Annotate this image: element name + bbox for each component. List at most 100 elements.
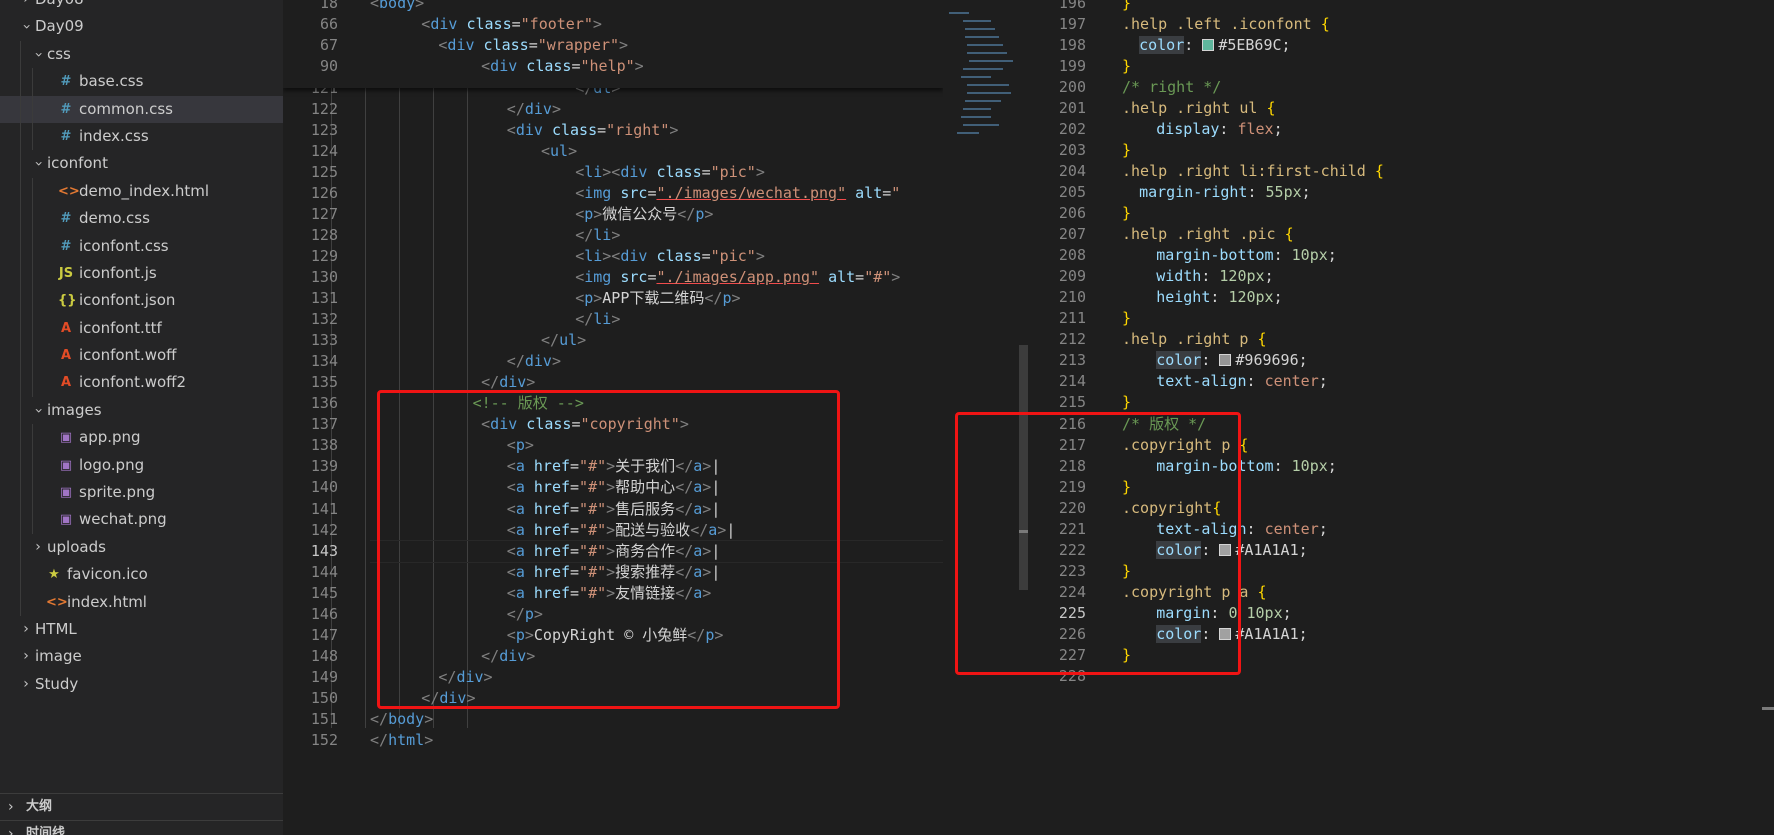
code-line[interactable]: 200 /* right */	[1028, 76, 1774, 100]
code-line[interactable]: 211}	[1028, 307, 1774, 331]
file-item-iconfont-woff[interactable]: Aiconfont.woff	[0, 342, 283, 370]
folder-item-css[interactable]: › css	[0, 40, 283, 69]
code-token: div	[620, 246, 648, 265]
minimap-line	[965, 36, 999, 38]
code-token: <	[481, 57, 491, 76]
code-line[interactable]: 212 .help .right p {	[1028, 328, 1774, 352]
tree-item-label: sprite.png	[79, 483, 156, 502]
file-item-wechat-png[interactable]: ▣ wechat.png	[0, 506, 283, 534]
code-token: :	[1184, 35, 1203, 54]
file-item-favicon-ico[interactable]: ★ favicon.ico	[0, 561, 283, 589]
code-line[interactable]: 207 .help .right .pic {	[1028, 223, 1774, 247]
json-file-icon: {}	[58, 293, 77, 309]
code-line[interactable]: 123 <div class="right">	[283, 119, 943, 143]
tree-item-label: iconfont.ttf	[79, 318, 162, 337]
code-line[interactable]: 209 width: 120px;	[1028, 265, 1774, 289]
code-content: .help .right p {	[1122, 328, 1267, 352]
tree-item-label: iconfont.woff	[79, 346, 177, 365]
code-line[interactable]: 134 </div>	[283, 350, 943, 374]
code-token: div	[490, 57, 518, 76]
color-swatch[interactable]	[1202, 38, 1215, 51]
file-item-demo-index-html[interactable]: <> demo_index.html	[0, 177, 283, 206]
tree-indent-guide	[20, 479, 21, 507]
code-line[interactable]: 122 </div>	[283, 98, 943, 122]
code-line[interactable]: 126 <img src="./images/wechat.png" alt="	[283, 182, 943, 206]
code-line[interactable]: 133 </ul>	[283, 329, 943, 353]
code-line[interactable]: 203}	[1028, 139, 1774, 163]
code-token: ;	[1318, 519, 1328, 538]
code-line[interactable]: 202 display: flex;	[1028, 118, 1774, 142]
code-content: .help .right li:first-child {	[1122, 160, 1384, 184]
code-line[interactable]: 208 margin-bottom: 10px;	[1028, 244, 1774, 268]
code-token: >	[551, 352, 561, 371]
code-line[interactable]: 201 .help .right ul {	[1028, 97, 1774, 121]
tree-indent-guide	[32, 369, 33, 397]
minimap-line	[967, 92, 1011, 94]
code-line[interactable]: 129 <li><div class="pic">	[283, 245, 943, 269]
file-item-index-css[interactable]: # index.css	[0, 122, 283, 151]
code-line[interactable]: 90 <div class="help">	[283, 55, 943, 79]
code-token: >	[424, 710, 434, 728]
code-line[interactable]: 210 height: 120px;	[1028, 286, 1774, 310]
code-token: "pic"	[710, 246, 756, 265]
file-item-common-css[interactable]: # common.css	[0, 95, 283, 123]
file-item-sprite-png[interactable]: ▣ sprite.png	[0, 479, 283, 507]
outline-section-header[interactable]: › 大纲	[0, 793, 283, 820]
file-item-iconfont-css[interactable]: # iconfont.css	[0, 232, 283, 260]
code-token: li	[593, 310, 612, 329]
line-number: 123	[310, 120, 338, 139]
file-item-app-png[interactable]: ▣ app.png	[0, 424, 283, 452]
line-number: 137	[310, 415, 338, 434]
image-file-icon: ▣	[59, 485, 73, 501]
file-item-iconfont-woff2[interactable]: Aiconfont.woff2	[0, 369, 283, 397]
code-content: </div>	[370, 350, 561, 374]
js-file-icon: JS	[58, 265, 74, 281]
code-line[interactable]: 66 <div class="footer">	[283, 13, 943, 37]
css-scrollbar[interactable]	[1762, 0, 1774, 835]
code-line[interactable]: 132 </li>	[283, 308, 943, 332]
code-line[interactable]: 131 <p>APP下载二维码</p>	[283, 287, 943, 311]
code-line[interactable]: 206}	[1028, 202, 1774, 226]
file-item-demo-css[interactable]: # demo.css	[0, 205, 283, 233]
minimap-line	[967, 84, 1009, 86]
code-line[interactable]: 213 color: #969696;	[1028, 349, 1774, 373]
code-line[interactable]: 127 <p>微信公众号</p>	[283, 203, 943, 227]
tree-indent-guide	[32, 424, 33, 452]
folder-item-day09[interactable]: › Day09	[0, 13, 283, 40]
code-line[interactable]: 124 <ul>	[283, 140, 943, 164]
code-token: "	[891, 183, 901, 202]
folder-item-html[interactable]: › HTML	[0, 616, 283, 643]
code-line[interactable]: 151 </body>	[283, 708, 943, 732]
folder-item-image[interactable]: › image	[0, 643, 283, 670]
color-swatch[interactable]	[1219, 354, 1232, 367]
folder-item-uploads[interactable]: › uploads	[0, 533, 283, 562]
line-number: 134	[310, 352, 338, 371]
timeline-section-header[interactable]: › 时间线	[0, 820, 283, 835]
line-number: 206	[1058, 204, 1086, 222]
folder-item-study[interactable]: › Study	[0, 671, 283, 698]
file-item-iconfont-js[interactable]: JS iconfont.js	[0, 259, 283, 288]
code-line[interactable]: 214 text-align: center;	[1028, 370, 1774, 394]
line-number: 207	[1058, 225, 1086, 244]
code-line[interactable]: 125 <li><div class="pic">	[283, 161, 943, 185]
file-item-iconfont-ttf[interactable]: Aiconfont.ttf	[0, 314, 283, 343]
code-line[interactable]: 67 <div class="wrapper">	[283, 34, 943, 58]
code-line[interactable]: 130 <img src="./images/app.png" alt="#">	[283, 266, 943, 290]
folder-item-iconfont[interactable]: › iconfont	[0, 150, 283, 178]
code-content: .help .right ul {	[1122, 97, 1276, 121]
file-item-base-css[interactable]: # base.css	[0, 68, 283, 96]
code-line[interactable]: 152 </html>	[283, 729, 943, 753]
folder-item-images[interactable]: › images	[0, 396, 283, 425]
code-line[interactable]: 199}	[1028, 55, 1774, 79]
folder-item-day08[interactable]: ›Day08	[0, 0, 283, 13]
code-line[interactable]: 198 color: #5EB69C;	[1028, 34, 1774, 58]
code-line[interactable]: 205 margin-right: 55px;	[1028, 181, 1774, 205]
line-number: 125	[310, 162, 338, 181]
code-line[interactable]: 204 .help .right li:first-child {	[1028, 160, 1774, 184]
code-line[interactable]: 128 </li>	[283, 224, 943, 248]
file-item-index-html[interactable]: <> index.html	[0, 588, 283, 616]
sticky-scroll-header[interactable]: 18 <body> 66 <div class="footer"> 67 <div cla…	[283, 0, 943, 88]
file-item-logo-png[interactable]: ▣ logo.png	[0, 451, 283, 480]
file-item-iconfont-json[interactable]: {} iconfont.json	[0, 287, 283, 315]
code-line[interactable]: 197 .help .left .iconfont {	[1028, 13, 1774, 37]
